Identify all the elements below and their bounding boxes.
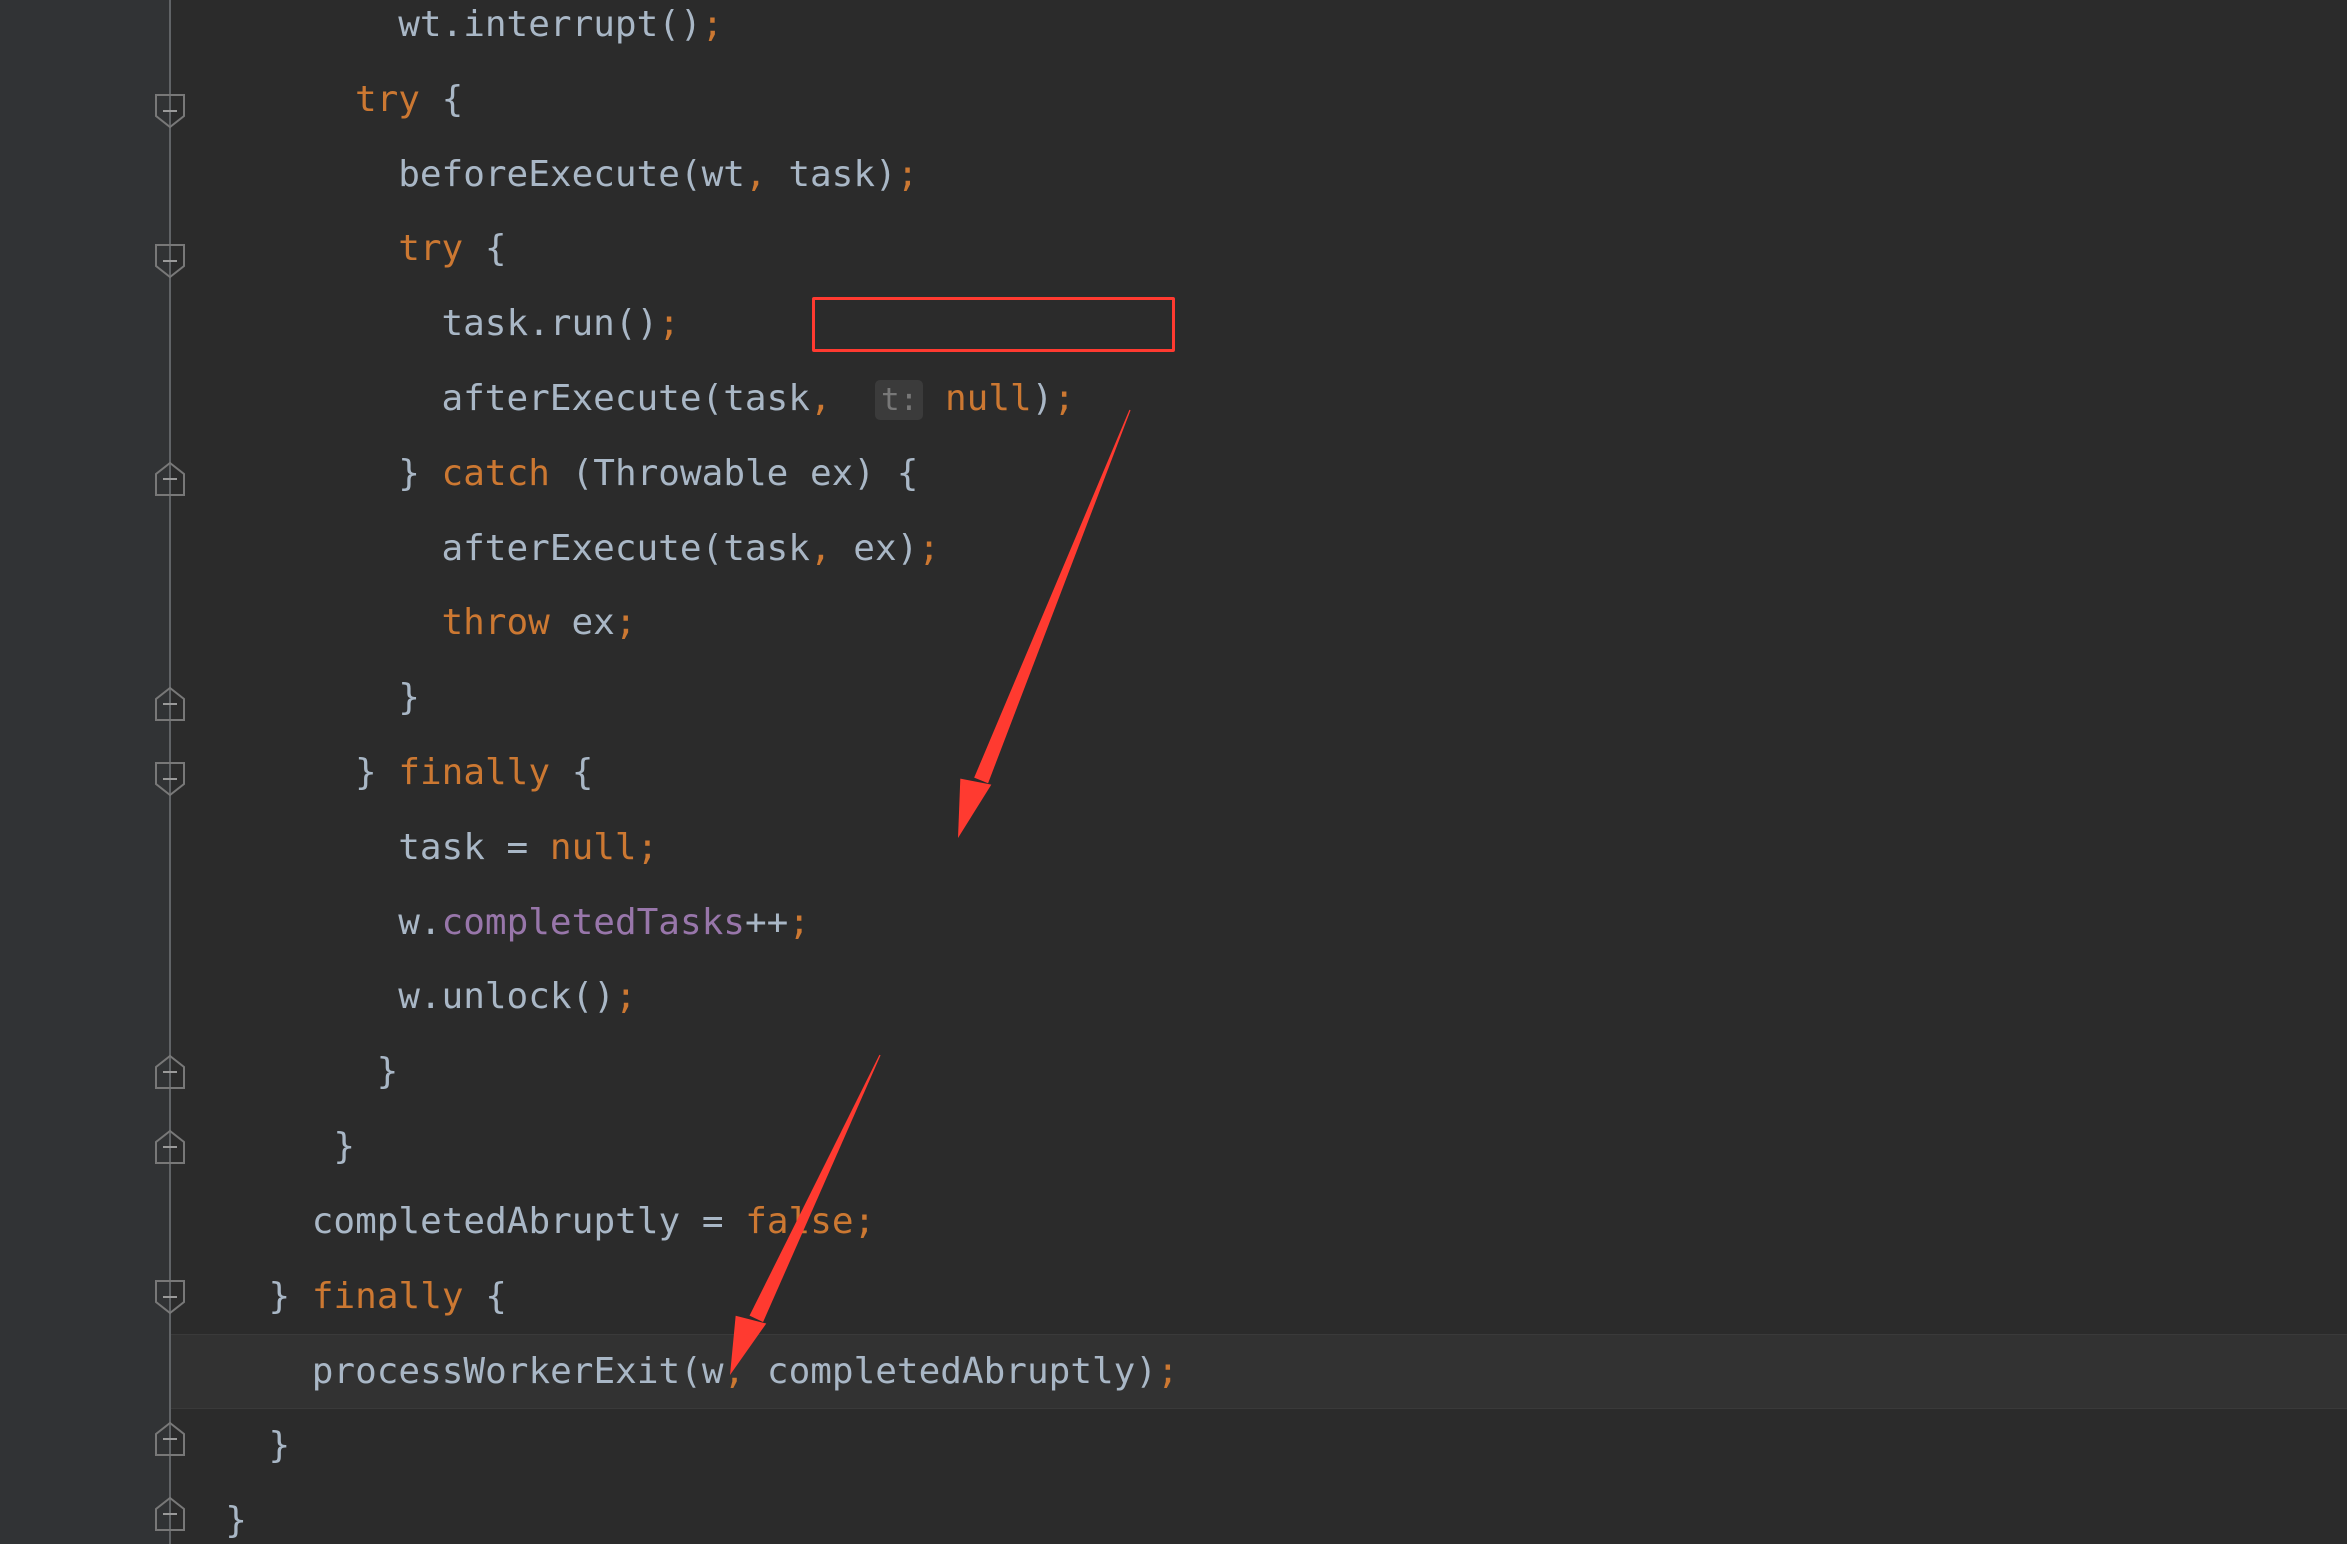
line-finally-inner-token-2: { <box>550 752 594 793</box>
line-finally-inner-token-1: finally <box>398 752 551 793</box>
line-close-finally-outer-token-0: } <box>268 1425 291 1467</box>
line-wt-interrupt[interactable]: wt.interrupt(); <box>0 0 2347 63</box>
line-process-worker-exit[interactable]: processWorkerExit(w, completedAbruptly); <box>0 1334 2347 1410</box>
line-close-method-token-0: } <box>225 1500 247 1541</box>
line-process-worker-exit-token-1: , <box>723 1351 746 1393</box>
line-completed-abruptly-token-0: completedAbruptly = <box>311 1200 746 1242</box>
line-try-outer-token-0: try <box>354 78 420 120</box>
line-catch-throwable[interactable]: } catch (Throwable ex) { <box>0 437 2347 512</box>
line-close-while[interactable]: } <box>0 1110 2347 1185</box>
line-finally-outer[interactable]: } finally { <box>0 1260 2347 1335</box>
line-completed-abruptly-token-2: ; <box>853 1200 876 1242</box>
line-throw-ex-token-0: throw <box>441 602 550 644</box>
line-completed-tasks-token-2: ++ <box>744 901 789 943</box>
line-unlock[interactable]: w.unlock(); <box>0 960 2347 1035</box>
line-after-execute-null-token-3: t: <box>874 380 924 420</box>
line-after-execute-null-token-4 <box>923 378 945 419</box>
line-after-execute-ex-token-3: ; <box>918 527 940 569</box>
line-finally-outer-token-2: { <box>463 1275 507 1317</box>
line-try-outer-token-1: { <box>419 78 464 120</box>
line-before-execute-token-3: ; <box>896 153 919 195</box>
line-completed-abruptly[interactable]: completedAbruptly = false; <box>0 1185 2347 1260</box>
line-task-run-token-1: ; <box>658 303 680 345</box>
line-wt-interrupt-token-1: ; <box>701 4 724 45</box>
fold-marker-close-method[interactable] <box>153 1420 187 1458</box>
line-task-null-token-0: task = <box>398 826 550 868</box>
fold-marker-finally-inner[interactable] <box>153 760 187 798</box>
line-completed-tasks[interactable]: w.completedTasks++; <box>0 886 2347 961</box>
line-before-execute-token-1: , <box>744 153 767 195</box>
line-catch-throwable-token-1: catch <box>441 452 550 494</box>
line-throw-ex-token-1: ex <box>549 602 615 644</box>
line-task-null-token-1: null <box>549 826 637 868</box>
fold-marker-finally-outer[interactable] <box>153 1278 187 1316</box>
line-before-execute-token-0: beforeExecute(wt <box>398 153 745 195</box>
fold-marker-close-try[interactable] <box>153 685 187 723</box>
line-before-execute-token-2: task) <box>766 153 897 195</box>
line-after-execute-ex-token-0: afterExecute(task <box>441 527 810 569</box>
line-close-finally-inner-token-0: } <box>376 1051 399 1093</box>
fold-marker-catch[interactable] <box>153 460 187 498</box>
line-completed-tasks-token-1: completedTasks <box>441 901 745 943</box>
line-after-execute-null-token-7: ; <box>1053 378 1076 419</box>
line-close-finally-inner[interactable]: } <box>0 1035 2347 1110</box>
line-task-run[interactable]: task.run(); <box>0 287 2347 362</box>
line-after-execute-ex-token-2: ex) <box>831 527 919 569</box>
line-process-worker-exit-text: processWorkerExit(w, completedAbruptly); <box>0 1335 1179 1410</box>
line-finally-inner[interactable]: } finally { <box>0 736 2347 811</box>
line-try-inner-token-1: { <box>463 228 507 270</box>
line-unlock-token-0: w.unlock() <box>398 976 615 1018</box>
line-task-null-token-2: ; <box>636 826 659 868</box>
line-task-null[interactable]: task = null; <box>0 811 2347 886</box>
line-close-inner-try[interactable]: } <box>0 661 2347 736</box>
line-catch-throwable-token-0: } <box>398 452 442 494</box>
fold-marker-try-outer[interactable] <box>153 92 187 130</box>
line-after-execute-ex[interactable]: afterExecute(task, ex); <box>0 512 2347 587</box>
line-throw-ex[interactable]: throw ex; <box>0 586 2347 661</box>
line-finally-outer-token-0: } <box>268 1275 312 1317</box>
line-after-execute-null-token-0: afterExecute(task <box>441 378 810 419</box>
line-close-while-token-0: } <box>333 1126 356 1167</box>
line-after-execute-null-token-5: null <box>944 378 1032 419</box>
line-close-finally-outer[interactable]: } <box>0 1409 2347 1484</box>
fold-marker-try-inner[interactable] <box>153 242 187 280</box>
line-after-execute-null-token-6: ) <box>1031 378 1054 419</box>
line-unlock-token-1: ; <box>614 976 637 1018</box>
line-after-execute-null-token-1: , <box>809 378 832 419</box>
line-try-inner-token-0: try <box>398 228 464 270</box>
line-completed-abruptly-token-1: false <box>745 1200 854 1242</box>
code-editor-screen: wt.interrupt(); try {beforeExecute(wt, ta… <box>0 0 2347 1544</box>
line-process-worker-exit-token-3: ; <box>1157 1351 1179 1393</box>
code-text-area[interactable]: wt.interrupt(); try {beforeExecute(wt, ta… <box>0 0 2347 1544</box>
fold-marker-close-class[interactable] <box>153 1495 187 1533</box>
line-finally-outer-token-1: finally <box>311 1275 464 1317</box>
line-process-worker-exit-token-2: completedAbruptly) <box>745 1351 1158 1393</box>
line-after-execute-null[interactable]: afterExecute(task, t: null); <box>0 362 2347 437</box>
line-completed-tasks-token-0: w. <box>398 901 442 943</box>
line-process-worker-exit-token-0: processWorkerExit(w <box>311 1351 724 1393</box>
line-after-execute-ex-token-1: , <box>809 527 832 569</box>
line-try-outer[interactable]: try { <box>0 63 2347 138</box>
editor-gutter[interactable] <box>0 0 170 1544</box>
line-after-execute-null-token-2 <box>832 378 875 419</box>
line-finally-inner-token-0: } <box>354 752 399 793</box>
line-close-method[interactable]: } <box>0 1484 2347 1544</box>
line-catch-throwable-token-2: (Throwable ex) { <box>549 452 919 494</box>
line-task-run-token-0: task.run() <box>441 303 659 345</box>
line-close-inner-try-token-0: } <box>398 677 420 719</box>
line-completed-tasks-token-3: ; <box>788 901 811 943</box>
fold-marker-close-while[interactable] <box>153 1128 187 1166</box>
line-wt-interrupt-token-0: wt.interrupt() <box>398 4 702 45</box>
line-throw-ex-token-2: ; <box>614 602 637 644</box>
fold-marker-close-finally[interactable] <box>153 1053 187 1091</box>
line-try-inner[interactable]: try { <box>0 212 2347 287</box>
line-before-execute[interactable]: beforeExecute(wt, task); <box>0 138 2347 213</box>
